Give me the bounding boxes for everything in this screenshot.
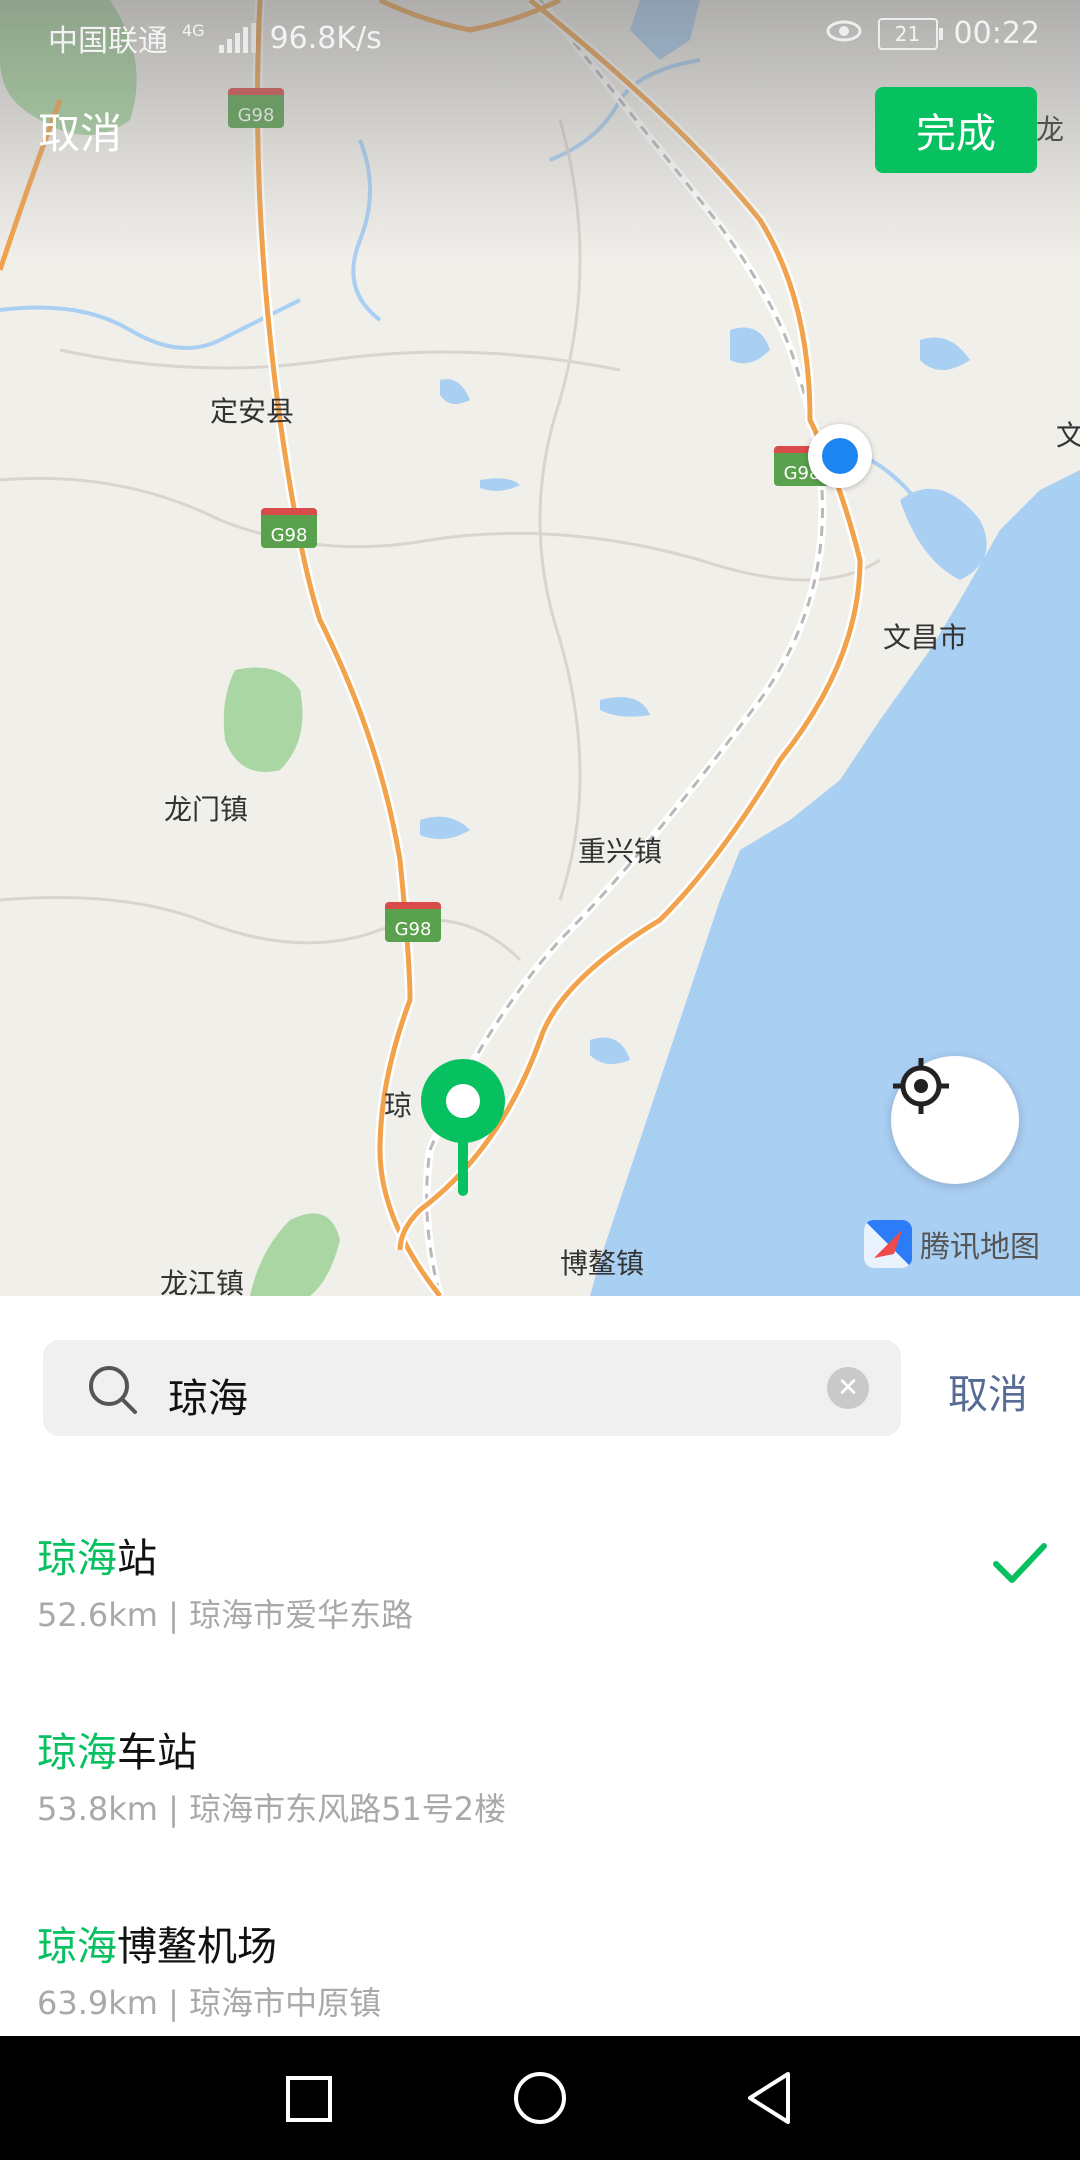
search-icon [89, 1366, 137, 1414]
clock: 00:22 [953, 16, 1040, 51]
carrier-label: 中国联通 [48, 24, 168, 59]
battery-icon: 21 [877, 17, 943, 50]
current-location-dot [808, 424, 872, 488]
recent-apps-icon[interactable] [284, 2064, 334, 2132]
map-label-longmen: 龙门镇 [164, 793, 249, 826]
result-title: 琼海车站 [37, 1730, 197, 1776]
battery-level: 21 [894, 21, 921, 46]
map-label-chongxing: 重兴镇 [578, 835, 663, 868]
cancel-button[interactable]: 取消 [38, 100, 122, 161]
map-view[interactable]: G98 G98 G98 G98 定安县 龙门镇 重兴镇 文昌市 博鳌镇 龙江镇 … [0, 0, 1080, 1296]
back-icon[interactable] [744, 2064, 794, 2132]
done-button[interactable]: 完成 [875, 87, 1037, 173]
map-label-dingan: 定安县 [210, 395, 295, 428]
place-pin-icon [420, 1058, 506, 1198]
checkmark-icon [993, 1543, 1047, 1583]
signal-icon [218, 23, 256, 53]
network-type: 4G [182, 20, 205, 40]
highway-shield: G98 [385, 902, 441, 942]
home-icon[interactable] [512, 2064, 568, 2132]
map-label-longjiang: 龙江镇 [160, 1267, 245, 1296]
status-bar: 中国联通 4G 96.8K/s 21 00:22 [0, 0, 1080, 72]
tencent-map-logo-icon [864, 1220, 912, 1268]
result-item[interactable]: 琼海站 52.6km | 琼海市爱华东路 [0, 1504, 1080, 1698]
result-title: 琼海博鳌机场 [37, 1924, 277, 1970]
highway-shield: G98 [228, 88, 284, 128]
result-subtitle: 52.6km | 琼海市爱华东路 [37, 1596, 414, 1634]
map-label-qiong: 琼 [384, 1089, 413, 1122]
network-speed: 96.8K/s [269, 20, 382, 56]
eye-comfort-icon [826, 16, 862, 51]
search-panel: 琼海 ✕ 取消 琼海站 52.6km | 琼海市爱华东路 琼海车站 53.8km… [0, 1296, 1080, 2036]
locate-me-button[interactable] [891, 1056, 1019, 1184]
map-brand-label: 腾讯地图 [920, 1230, 1040, 1265]
clear-search-icon[interactable]: ✕ [827, 1367, 869, 1409]
map-provider-brand: 腾讯地图 [864, 1220, 1040, 1268]
result-title: 琼海站 [37, 1536, 157, 1582]
crosshair-icon [893, 1058, 949, 1114]
map-label-edge: 龙 [1036, 113, 1065, 146]
map-label-edge: 文 [1056, 419, 1080, 452]
search-cancel-button[interactable]: 取消 [948, 1362, 1028, 1420]
search-query: 琼海 [168, 1376, 248, 1422]
highway-shield: G98 [261, 508, 317, 548]
system-nav-bar [0, 2036, 1080, 2160]
result-item[interactable]: 琼海车站 53.8km | 琼海市东风路51号2楼 [0, 1698, 1080, 1892]
map-label-boao: 博鳌镇 [560, 1247, 645, 1280]
result-subtitle: 53.8km | 琼海市东风路51号2楼 [37, 1790, 507, 1828]
map-label-wenchang: 文昌市 [883, 621, 968, 654]
search-input[interactable]: 琼海 ✕ [43, 1340, 901, 1436]
result-subtitle: 63.9km | 琼海市中原镇 [37, 1984, 382, 2022]
